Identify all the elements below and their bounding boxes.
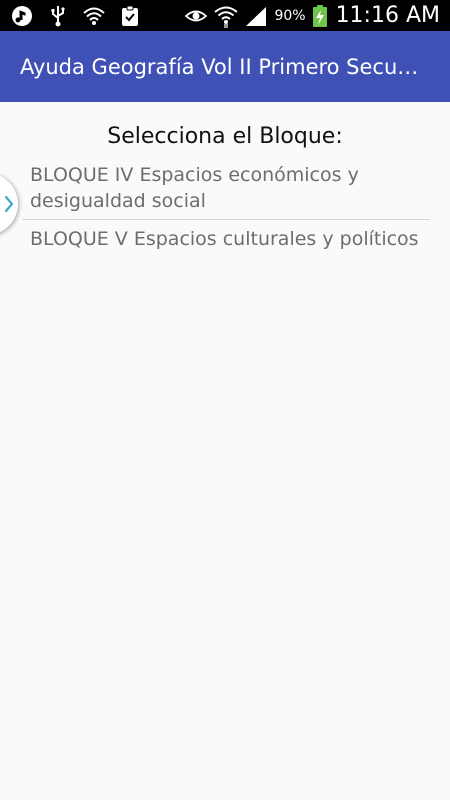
list-divider (22, 219, 430, 220)
battery-percent: 90% (274, 7, 306, 24)
content-area: Selecciona el Bloque: BLOQUE IV Espacios… (0, 102, 450, 800)
app-title: Ayuda Geografía Vol II Primero Secundari… (20, 54, 430, 79)
music-note-icon (10, 4, 34, 28)
list-item-bloque-v[interactable]: BLOQUE V Espacios culturales y políticos (22, 224, 430, 256)
status-bar: 90% 11:16 AM (0, 0, 450, 31)
app-bar: Ayuda Geografía Vol II Primero Secundari… (0, 31, 450, 102)
wifi-icon (82, 4, 106, 28)
list-item-bloque-iv[interactable]: BLOQUE IV Espacios económicos y desigual… (22, 160, 430, 218)
wifi-signal-icon (214, 4, 239, 28)
bloque-list: BLOQUE IV Espacios económicos y desigual… (22, 160, 430, 256)
cell-signal-icon (244, 4, 268, 28)
chevron-right-icon (4, 193, 14, 215)
clipboard-check-icon (118, 4, 142, 28)
page-heading: Selecciona el Bloque: (107, 124, 343, 149)
eye-icon (184, 4, 208, 28)
battery-charging-icon (312, 4, 328, 28)
clock: 11:16 AM (335, 3, 440, 28)
usb-icon (46, 4, 70, 28)
